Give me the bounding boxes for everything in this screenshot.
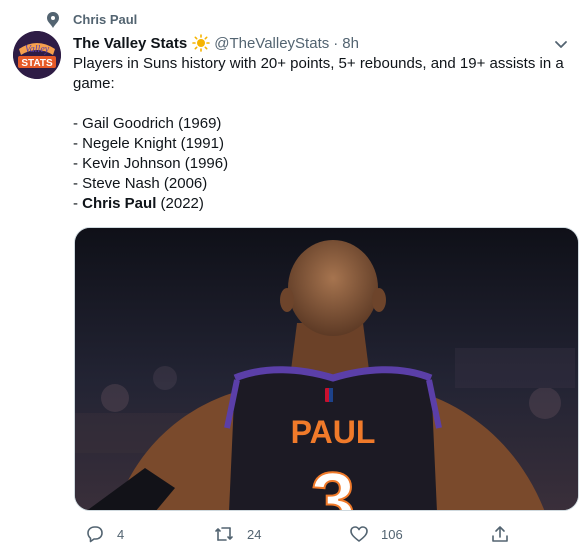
tweet-time[interactable]: 8h [342,35,359,52]
tweet-intro: Players in Suns history with 20+ points,… [73,55,564,92]
separator-dot: · [333,34,339,52]
reply-button[interactable]: 4 [73,523,124,545]
tweet-header: The Valley Stats @TheValleyStats · 8h [73,33,541,53]
list-item: - Gail Goodrich (1969) [73,115,222,132]
share-button[interactable] [478,523,510,545]
like-button[interactable]: 106 [337,523,403,545]
tweet-photo[interactable]: PAUL 3 [74,227,579,511]
avatar[interactable]: Valley STATS [13,31,61,79]
list-item: - Steve Nash (2006) [73,175,208,192]
like-count: 106 [381,526,403,542]
retweet-count: 24 [247,526,262,542]
retweet-button[interactable]: 24 [201,523,261,545]
jersey-name: PAUL [291,414,376,450]
social-context [43,10,63,30]
tweet-text: Players in Suns history with 20+ points,… [73,54,568,214]
list-item: - Chris Paul (2022) [73,195,204,212]
share-icon [490,524,510,544]
tweet-actions: 4 24 106 [73,523,508,545]
reply-icon [85,524,105,544]
author-handle[interactable]: @TheValleyStats [214,35,329,52]
social-context-label[interactable]: Chris Paul [73,12,137,27]
jersey-number: 3 [311,456,356,511]
reply-count: 4 [117,526,125,542]
list-item: - Kevin Johnson (1996) [73,155,229,172]
pin-icon [43,10,63,30]
avatar-logo-top: Valley [25,44,50,55]
author-name[interactable]: The Valley Stats [73,35,187,52]
heart-icon [349,524,369,544]
list-item: - Negele Knight (1991) [73,135,224,152]
avatar-logo-bottom: STATS [21,58,53,69]
sun-emoji-icon [192,34,211,52]
more-options-button[interactable] [551,34,571,54]
retweet-icon [213,524,235,544]
